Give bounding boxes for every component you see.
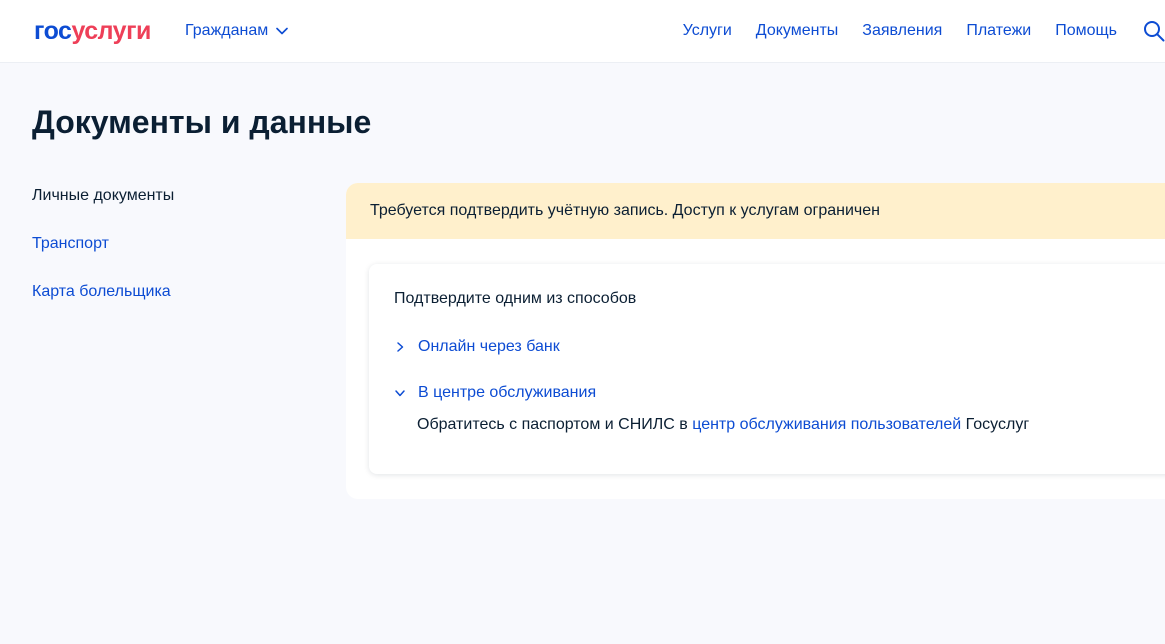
confirm-card-title: Подтвердите одним из способов — [394, 290, 637, 307]
search-icon[interactable] — [1143, 20, 1165, 42]
account-warning-banner: Требуется подтвердить учётную запись. До… — [346, 183, 1165, 239]
method-online-bank[interactable]: Онлайн через банк — [394, 336, 1165, 358]
side-navigation: Личные документы Транспорт Карта болельщ… — [32, 186, 174, 330]
method-service-center[interactable]: В центре обслуживания — [394, 382, 1165, 404]
top-header: госуслуги Гражданам Услуги Документы Зая… — [0, 0, 1165, 63]
confirm-account-card: Подтвердите одним из способов Онлайн чер… — [369, 264, 1165, 474]
method-online-bank-label: Онлайн через банк — [418, 338, 560, 355]
main-panel: Требуется подтвердить учётную запись. До… — [346, 183, 1165, 499]
sidebar-item-transport[interactable]: Транспорт — [32, 234, 174, 282]
sidebar-item-fan-card[interactable]: Карта болельщика — [32, 282, 174, 330]
nav-item-documents[interactable]: Документы — [756, 21, 838, 41]
role-select-label: Гражданам — [185, 22, 269, 39]
page-title: Документы и данные — [32, 104, 372, 140]
nav-item-payments[interactable]: Платежи — [966, 21, 1031, 41]
sidebar-item-personal-documents[interactable]: Личные документы — [32, 186, 174, 234]
nav-item-applications[interactable]: Заявления — [862, 21, 942, 41]
method-service-center-label: В центре обслуживания — [418, 384, 597, 401]
logo-part-blue: гос — [34, 17, 72, 45]
description-text-after: Госуслуг — [961, 416, 1030, 433]
role-select[interactable]: Гражданам — [185, 21, 289, 41]
description-text-before: Обратитесь с паспортом и СНИЛС в — [417, 416, 693, 433]
nav-item-services[interactable]: Услуги — [683, 21, 732, 41]
gosuslugi-logo[interactable]: госуслуги — [34, 17, 151, 45]
logo-part-red: услуги — [71, 17, 151, 45]
chevron-down-icon — [395, 390, 405, 397]
service-center-description: Обратитесь с паспортом и СНИЛС в центр о… — [417, 414, 1165, 436]
chevron-down-icon — [276, 27, 289, 35]
top-navigation: Услуги Документы Заявления Платежи Помощ… — [683, 20, 1165, 42]
account-warning-text: Требуется подтвердить учётную запись. До… — [370, 202, 880, 219]
chevron-right-icon — [397, 342, 404, 352]
nav-item-help[interactable]: Помощь — [1055, 21, 1117, 41]
service-center-link[interactable]: центр обслуживания пользователей — [692, 416, 961, 433]
